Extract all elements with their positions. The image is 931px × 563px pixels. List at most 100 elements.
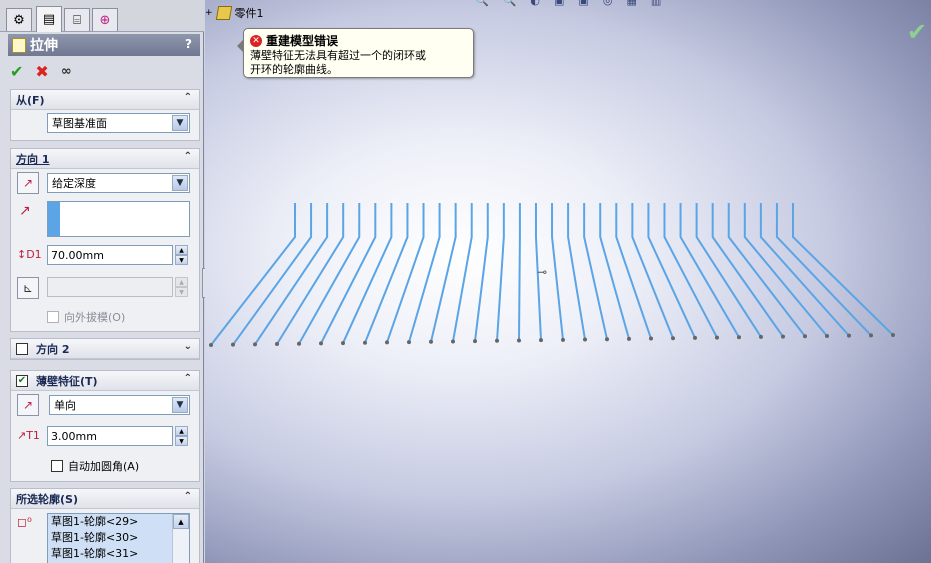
end-condition-select[interactable]: 给定深度 ▼ — [47, 173, 190, 193]
sketch-endpoint — [715, 335, 719, 340]
draft-angle-input — [47, 277, 173, 297]
sketch-contour-line — [631, 203, 674, 339]
direction2-header[interactable]: 方向 2 ⌄ — [11, 339, 199, 359]
direction2-heading: 方向 2 — [36, 342, 70, 356]
x-icon[interactable]: ✖ — [35, 62, 48, 81]
scroll-up-icon: ▲ — [173, 514, 189, 529]
sketch-contour-line — [679, 203, 740, 338]
sketch-contour-line — [298, 203, 361, 345]
sketch-endpoint — [891, 333, 895, 337]
error-tooltip: ✕ 重建模型错误 薄壁特征无法具有超过一个的闭环或 开环的轮廓曲线。 — [237, 28, 474, 78]
collapse-icon: ⌃ — [183, 151, 192, 162]
spin-up-icon: ▲ — [175, 245, 188, 255]
selected-contours-heading: 所选轮廓(S) — [16, 492, 78, 506]
sketch-endpoint — [649, 336, 653, 341]
sketch-endpoint — [781, 334, 785, 339]
property-icon: ▤ — [42, 12, 56, 27]
auto-fillet-label: 自动加圆角(A) — [68, 460, 140, 473]
from-select[interactable]: 草图基准面 ▼ — [47, 113, 190, 133]
sketch-endpoint — [737, 335, 741, 340]
spin-up-icon: ▲ — [175, 277, 188, 287]
sketch-contour-line — [496, 203, 505, 341]
sketch-endpoint — [495, 338, 499, 343]
contour-list[interactable]: 草图1-轮廓<29> 草图1-轮廓<30> 草图1-轮廓<31> ▲ — [47, 513, 190, 563]
reverse-arrow-icon: ↗ — [22, 398, 34, 412]
thin-feature-heading: 薄壁特征(T) — [36, 374, 98, 388]
thickness-input[interactable]: 3.00mm — [47, 426, 173, 446]
thin-feature-checkbox[interactable]: ✔ — [16, 374, 28, 387]
from-value: 草图基准面 — [52, 117, 107, 130]
checkbox-box — [51, 460, 63, 472]
sketch-endpoint — [231, 342, 235, 347]
check-icon[interactable]: ✔ — [10, 62, 23, 81]
list-item[interactable]: 草图1-轮廓<31> — [48, 546, 189, 562]
sketch-endpoint — [451, 339, 455, 344]
sketch-endpoint — [759, 334, 763, 339]
list-item[interactable]: 草图1-轮廓<29> — [48, 514, 189, 530]
glasses-icon[interactable]: ∞ — [61, 64, 72, 79]
direction1-header[interactable]: 方向 1 ⌃ — [11, 149, 199, 169]
reverse-direction-button[interactable]: ↗ — [17, 172, 39, 194]
from-group: 从(F) ⌃ 草图基准面 ▼ — [10, 89, 200, 141]
sketch-endpoint — [627, 336, 631, 341]
selected-contours-group: 所选轮廓(S) ⌃ ◻⁰ 草图1-轮廓<29> 草图1-轮廓<30> 草图1-轮… — [10, 488, 200, 563]
feature-manager-tab[interactable]: ⚙ — [6, 8, 32, 31]
draft-outward-checkbox: 向外拔模(O) — [47, 309, 125, 325]
selection-color-bar — [48, 202, 60, 236]
direction2-checkbox[interactable] — [16, 342, 28, 355]
draft-toggle-button[interactable]: ⊾ — [17, 277, 39, 299]
list-scrollbar[interactable]: ▲ — [172, 514, 189, 563]
depth-icon: ↕D1 — [17, 248, 42, 261]
draft-icon: ⊾ — [22, 281, 34, 295]
thin-reverse-button[interactable]: ↗ — [17, 394, 39, 416]
from-heading: 从(F) — [16, 93, 45, 107]
sketch-contour-line — [210, 203, 296, 346]
sketch-endpoint — [385, 340, 389, 345]
spin-down-icon: ▼ — [175, 287, 188, 297]
collapse-icon: ⌃ — [183, 92, 192, 103]
sketch-contour-line — [551, 203, 564, 340]
spin-down-icon: ▼ — [175, 255, 188, 265]
direction-vector-field[interactable] — [47, 201, 190, 237]
auto-fillet-checkbox[interactable]: 自动加圆角(A) — [51, 458, 139, 474]
collapse-icon: ⌃ — [183, 373, 192, 384]
sketch-endpoint — [319, 341, 323, 346]
list-item[interactable]: 草图1-轮廓<30> — [48, 530, 189, 546]
sketch-contour-line — [320, 203, 377, 344]
sketch-endpoint — [583, 337, 587, 342]
sketch-endpoint — [429, 339, 433, 344]
thickness-icon: ↗T1 — [17, 429, 40, 442]
feature-tree-icon: ⚙ — [13, 12, 25, 28]
chevron-down-icon: ▼ — [172, 397, 188, 413]
depth-input[interactable]: 70.00mm — [47, 245, 173, 265]
error-message-line1: 薄壁特征无法具有超过一个的闭环或 — [250, 49, 426, 62]
end-condition-value: 给定深度 — [52, 177, 96, 190]
sketch-endpoint — [253, 342, 257, 347]
selected-contours-header[interactable]: 所选轮廓(S) ⌃ — [11, 489, 199, 509]
pm-header: 拉伸 ? — [8, 34, 200, 56]
configuration-manager-tab[interactable]: ⌸ — [64, 8, 90, 31]
contour-icon: ◻⁰ — [17, 515, 32, 529]
sketch-contour-line — [583, 203, 608, 340]
sketch-contour-line — [663, 203, 718, 339]
thin-type-select[interactable]: 单向 ▼ — [49, 395, 190, 415]
sketch-endpoint — [825, 333, 829, 338]
thin-feature-header[interactable]: ✔ 薄壁特征(T) ⌃ — [11, 371, 199, 391]
sketch-endpoint — [605, 337, 609, 342]
expand-icon: ⌄ — [183, 341, 192, 352]
depth-value: 70.00mm — [51, 248, 104, 262]
extrude-icon — [12, 37, 26, 53]
help-button[interactable]: ? — [185, 37, 192, 51]
property-manager-tab[interactable]: ▤ — [36, 6, 62, 32]
from-group-header[interactable]: 从(F) ⌃ — [11, 90, 199, 110]
graphics-area[interactable]: 🔍 🔍 ◐ ▣ ▣ ◎ ▦ ▥ + 零件1 ✔ ⊸ ✕ 重建模型错误 薄壁特征无法… — [205, 0, 931, 563]
thin-feature-group: ✔ 薄壁特征(T) ⌃ ↗ 单向 ▼ ↗T1 3.00mm ▲ ▼ 自动加圆角(A… — [10, 370, 200, 482]
depth-spinner[interactable]: ▲ ▼ — [175, 245, 188, 265]
dimxpert-tab[interactable]: ⊕ — [92, 8, 118, 31]
thickness-spinner[interactable]: ▲ ▼ — [175, 426, 188, 446]
sketch-endpoint — [341, 341, 345, 346]
direction-vector-icon: ↗ — [19, 203, 31, 219]
reverse-arrow-icon: ↗ — [22, 176, 34, 190]
direction1-group: 方向 1 ⌃ ↗ 给定深度 ▼ ↗ ↕D1 70.00mm ▲ ▼ ⊾ ▲ ▼ 向外… — [10, 148, 200, 332]
crosshair-icon: ⊕ — [99, 12, 111, 28]
